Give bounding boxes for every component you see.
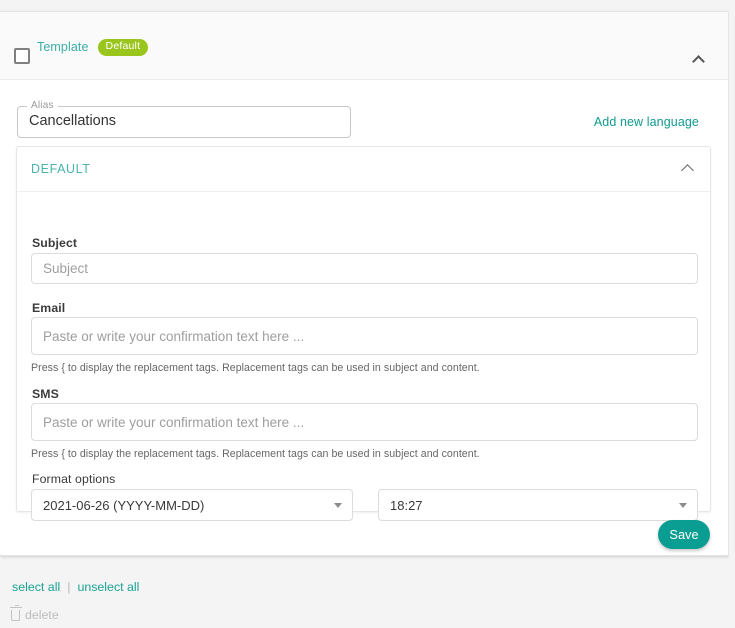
delete-label: delete [25,608,59,622]
format-options-label: Format options [32,472,116,486]
link-separator: | [67,580,71,594]
subject-input[interactable]: Subject [31,253,698,284]
alias-label: Alias [27,100,58,111]
email-helper-text: Press { to display the replacement tags.… [31,362,480,374]
time-format-value: 18:27 [390,497,423,513]
template-select-checkbox[interactable] [14,48,30,64]
alias-value: Cancellations [29,113,117,129]
template-title-row: Template Default [37,39,149,56]
right-gutter [729,0,735,628]
save-button[interactable]: Save [658,520,710,549]
chevron-up-icon [691,54,705,68]
selection-links: select all | unselect all [12,580,139,594]
date-format-value: 2021-06-26 (YYYY-MM-DD) [43,497,205,513]
sms-input[interactable]: Paste or write your confirmation text he… [31,403,698,441]
trash-icon [9,604,22,621]
time-format-select[interactable]: 18:27 [378,489,698,521]
chevron-up-icon [680,163,694,177]
page-root: Template Default Alias Cancellations Add… [0,0,735,628]
subject-label: Subject [32,236,78,250]
default-section-title: DEFAULT [31,162,91,176]
add-new-language-link[interactable]: Add new language [594,115,699,129]
email-label: Email [32,301,66,315]
alias-row: Alias Cancellations Add new language [0,80,728,142]
sms-helper-text: Press { to display the replacement tags.… [31,448,480,460]
panel-header: Template Default [0,12,728,80]
sms-label: SMS [32,387,59,401]
alias-input[interactable]: Alias Cancellations [17,100,351,138]
select-all-link[interactable]: select all [12,580,60,594]
status-badge: Default [97,39,149,56]
delete-button[interactable]: delete [9,604,59,622]
template-panel: Template Default Alias Cancellations Add… [0,11,729,556]
default-language-card: DEFAULT Subject Subject Email Paste or w… [16,146,711,521]
unselect-all-link[interactable]: unselect all [77,580,139,594]
email-input[interactable]: Paste or write your confirmation text he… [31,317,698,355]
chevron-down-icon [334,503,342,508]
panel-collapse-toggle[interactable] [687,50,709,72]
default-section-collapse-toggle[interactable] [677,160,697,180]
date-format-select[interactable]: 2021-06-26 (YYYY-MM-DD) [31,489,353,521]
template-label: Template [37,40,89,55]
chevron-down-icon [679,503,687,508]
default-section-header: DEFAULT [17,147,710,192]
